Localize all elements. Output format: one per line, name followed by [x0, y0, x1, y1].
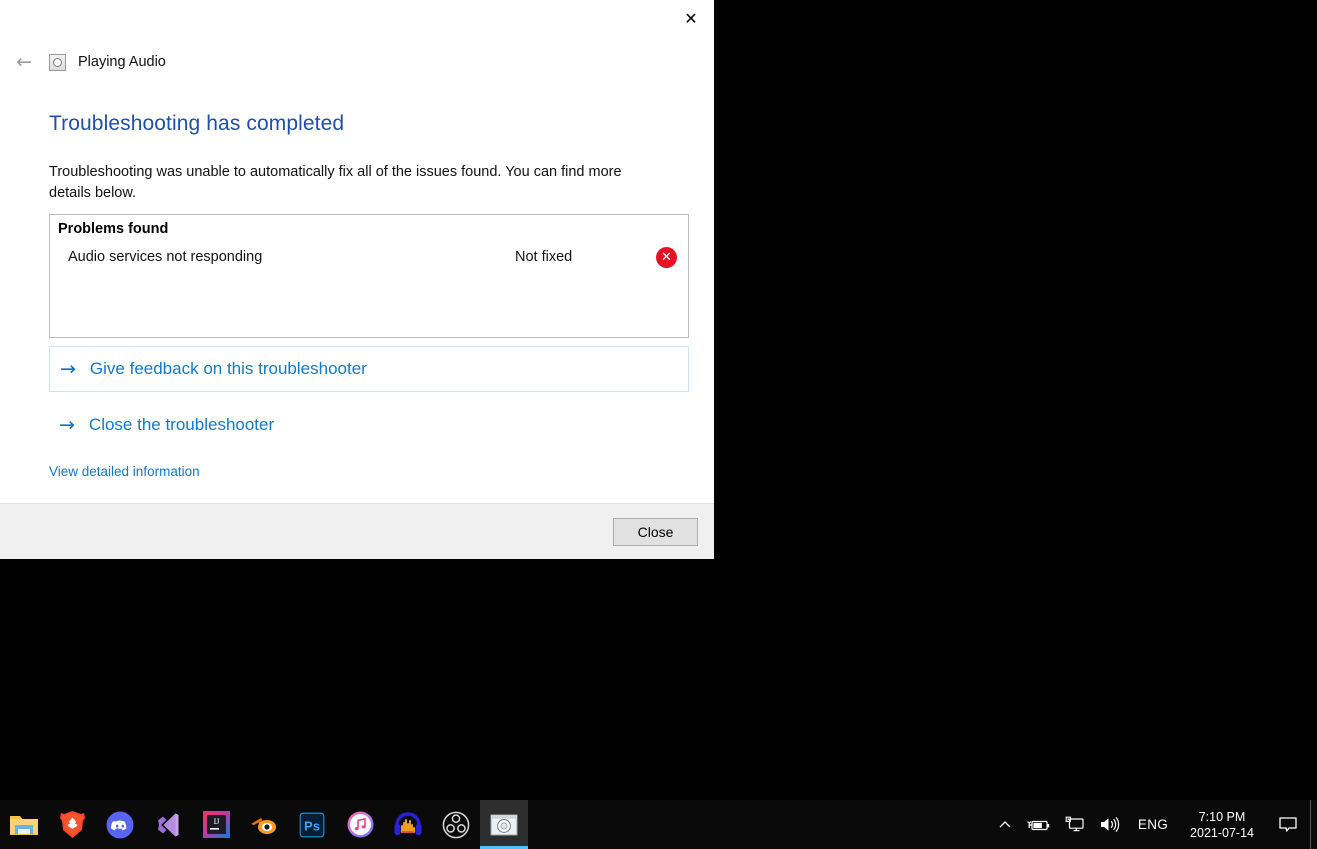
svg-text:IJ: IJ	[213, 817, 219, 826]
network-display-icon[interactable]	[1058, 800, 1092, 849]
window-title: Playing Audio	[78, 54, 166, 70]
problem-name: Audio services not responding	[68, 249, 263, 265]
back-arrow-icon[interactable]: ←	[4, 52, 44, 72]
close-icon[interactable]: ✕	[668, 0, 714, 38]
itunes-icon	[347, 811, 374, 838]
close-troubleshooter-label: Close the troubleshooter	[88, 415, 275, 434]
clock-time: 7:10 PM	[1198, 809, 1246, 824]
discord-icon	[106, 811, 134, 839]
arrow-right-icon: →	[60, 357, 76, 380]
troubleshooter-window-icon	[489, 812, 519, 838]
page-description: Troubleshooting was unable to automatica…	[49, 164, 622, 201]
show-desktop-button[interactable]	[1310, 800, 1317, 849]
audacity-icon	[393, 811, 423, 838]
dialog-footer: Close	[0, 503, 714, 559]
close-troubleshooter-link[interactable]: → Close the troubleshooter	[49, 402, 689, 448]
clock-date: 2021-07-14	[1190, 825, 1254, 840]
svg-text:Ps: Ps	[304, 818, 320, 833]
taskbar-app-list: IJ Ps	[0, 800, 528, 849]
desktop-screen: ✕ ← Playing Audio Troubleshooting has co…	[0, 0, 1317, 849]
taskbar-item-audacity[interactable]	[384, 800, 432, 849]
table-row: Audio services not responding Not fixed …	[50, 247, 690, 273]
taskbar: IJ Ps ENG 7:10 PM 2021-07-14	[0, 800, 1317, 849]
playing-audio-troubleshooter-window: ✕ ← Playing Audio Troubleshooting has co…	[0, 0, 714, 559]
taskbar-item-photoshop[interactable]: Ps	[288, 800, 336, 849]
volume-icon[interactable]	[1092, 800, 1128, 849]
speaker-icon	[49, 53, 66, 71]
taskbar-item-blender[interactable]	[240, 800, 288, 849]
obs-studio-icon	[442, 811, 470, 839]
action-center-icon[interactable]	[1266, 800, 1310, 849]
language-indicator[interactable]: ENG	[1128, 800, 1178, 849]
close-button[interactable]: Close	[613, 518, 698, 546]
brave-browser-icon	[59, 810, 86, 839]
wizard-header: ← Playing Audio	[0, 46, 714, 78]
problem-status: Not fixed	[515, 249, 573, 265]
taskbar-item-file-explorer[interactable]	[0, 800, 48, 849]
taskbar-item-brave-browser[interactable]	[48, 800, 96, 849]
wizard-content: Troubleshooting has completed Troublesho…	[0, 86, 714, 503]
window-titlebar: ✕	[0, 0, 714, 40]
page-title: Troubleshooting has completed	[49, 112, 345, 135]
system-tray: ENG 7:10 PM 2021-07-14	[990, 800, 1317, 849]
taskbar-item-visual-studio-code[interactable]	[144, 800, 192, 849]
file-explorer-icon	[9, 812, 39, 838]
error-circle-icon: ✕	[656, 247, 677, 268]
blender-icon	[249, 813, 279, 837]
visual-studio-code-icon	[154, 811, 182, 839]
problems-found-panel: Problems found Audio services not respon…	[49, 214, 689, 338]
arrow-right-icon: →	[59, 413, 75, 436]
give-feedback-link[interactable]: → Give feedback on this troubleshooter	[49, 346, 689, 392]
intellij-idea-icon: IJ	[202, 811, 230, 838]
show-hidden-icons-icon[interactable]	[990, 800, 1020, 849]
taskbar-item-discord[interactable]	[96, 800, 144, 849]
view-detailed-information-link[interactable]: View detailed information	[49, 464, 200, 479]
clock[interactable]: 7:10 PM 2021-07-14	[1178, 809, 1266, 841]
taskbar-item-itunes[interactable]	[336, 800, 384, 849]
give-feedback-label: Give feedback on this troubleshooter	[89, 359, 367, 378]
problems-found-title: Problems found	[58, 221, 169, 237]
photoshop-icon: Ps	[299, 811, 325, 838]
taskbar-item-obs-studio[interactable]	[432, 800, 480, 849]
taskbar-item-intellij-idea[interactable]: IJ	[192, 800, 240, 849]
battery-charging-icon[interactable]	[1020, 800, 1058, 849]
taskbar-item-playing-audio-troubleshooter[interactable]	[480, 800, 528, 849]
